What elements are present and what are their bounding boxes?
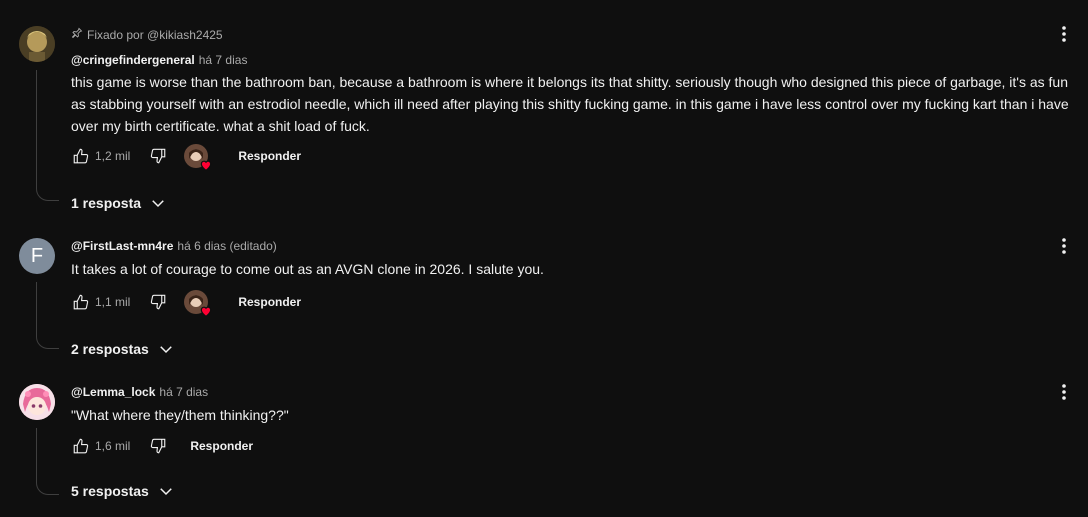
reply-button[interactable]: Responder	[238, 295, 301, 309]
pinned-label: Fixado por @kikiash2425	[71, 27, 223, 42]
like-button[interactable]	[71, 436, 91, 456]
more-vert-icon	[1062, 384, 1066, 400]
creator-heart	[184, 144, 212, 171]
chevron-down-icon	[160, 346, 172, 354]
more-vert-icon	[1062, 238, 1066, 254]
chevron-down-icon	[160, 488, 172, 496]
comment-time[interactable]: há 7 dias	[159, 385, 208, 399]
comment-actions: 1,6 mil Responder	[71, 434, 253, 458]
view-replies-button[interactable]: 5 respostas	[71, 482, 175, 500]
thumbs-up-icon	[73, 438, 89, 454]
comment-text-line: "What where they/them thinking??"	[71, 407, 289, 423]
more-actions-button[interactable]	[1054, 234, 1074, 258]
like-button[interactable]	[71, 292, 91, 312]
like-count: 1,1 mil	[95, 295, 131, 309]
reply-button[interactable]: Responder	[238, 149, 301, 163]
comment-text-line: this game is worse than the bathroom ban…	[71, 74, 1068, 90]
replies-count: 5 respostas	[71, 483, 149, 499]
thread-line	[36, 70, 59, 201]
pin-icon	[71, 27, 83, 42]
comment-text: "What where they/them thinking??"	[71, 404, 1081, 426]
chevron-down-icon	[152, 200, 164, 208]
comment-thread: F @FirstLast-mn4re há 6 dias (editado) It…	[0, 230, 1088, 370]
more-actions-button[interactable]	[1054, 380, 1074, 404]
creator-heart	[184, 290, 212, 317]
dislike-button[interactable]	[148, 146, 168, 166]
avatar-letter: F	[30, 244, 44, 267]
comment-text: It takes a lot of courage to come out as…	[71, 258, 1081, 280]
thumbs-up-icon	[73, 148, 89, 164]
comment-header: @Lemma_lock há 7 dias	[71, 385, 208, 399]
pinned-text: Fixado por @kikiash2425	[87, 27, 223, 42]
heart-icon	[201, 306, 212, 317]
thread-line	[36, 428, 59, 495]
heart-icon	[201, 160, 212, 171]
more-vert-icon	[1062, 26, 1066, 42]
comment-time[interactable]: há 6 dias (editado)	[177, 239, 276, 253]
comment-actions: 1,2 mil Responder	[71, 144, 301, 171]
like-count: 1,2 mil	[95, 149, 131, 163]
like-count: 1,6 mil	[95, 439, 131, 453]
thumbs-down-icon	[151, 438, 166, 454]
thumbs-down-icon	[151, 148, 166, 164]
more-actions-button[interactable]	[1054, 22, 1074, 46]
comment-text-line: It takes a lot of courage to come out as…	[71, 261, 544, 277]
reply-button[interactable]: Responder	[190, 439, 253, 453]
thumbs-down-icon	[151, 294, 166, 310]
comment-time[interactable]: há 7 dias	[199, 53, 248, 67]
dislike-button[interactable]	[148, 436, 168, 456]
view-replies-button[interactable]: 1 resposta	[71, 194, 167, 212]
comment-text-line: as stabbing yourself with an estrodiol n…	[71, 96, 1069, 112]
replies-count: 1 resposta	[71, 195, 142, 211]
comment-actions: 1,1 mil Responder	[71, 290, 301, 317]
comment-text-line: over my birth certificate. what a shit l…	[71, 118, 370, 134]
thread-line	[36, 282, 59, 349]
thumbs-up-icon	[73, 294, 89, 310]
comment-author[interactable]: @FirstLast-mn4re	[71, 239, 173, 253]
comment-header: @cringefindergeneral há 7 dias	[71, 53, 247, 67]
view-replies-button[interactable]: 2 respostas	[71, 340, 175, 358]
avatar[interactable]	[19, 384, 55, 420]
comment-thread: @Lemma_lock há 7 dias "What where they/th…	[0, 376, 1088, 517]
comment-author[interactable]: @Lemma_lock	[71, 385, 155, 399]
replies-count: 2 respostas	[71, 341, 149, 357]
avatar[interactable]	[19, 26, 55, 62]
comment-author[interactable]: @cringefindergeneral	[71, 53, 195, 67]
dislike-button[interactable]	[148, 292, 168, 312]
comment-text: this game is worse than the bathroom ban…	[71, 71, 1081, 137]
comment-thread: Fixado por @kikiash2425 @cringefindergen…	[0, 0, 1088, 230]
comment-header: @FirstLast-mn4re há 6 dias (editado)	[71, 239, 277, 253]
avatar[interactable]: F	[19, 238, 55, 274]
like-button[interactable]	[71, 146, 91, 166]
